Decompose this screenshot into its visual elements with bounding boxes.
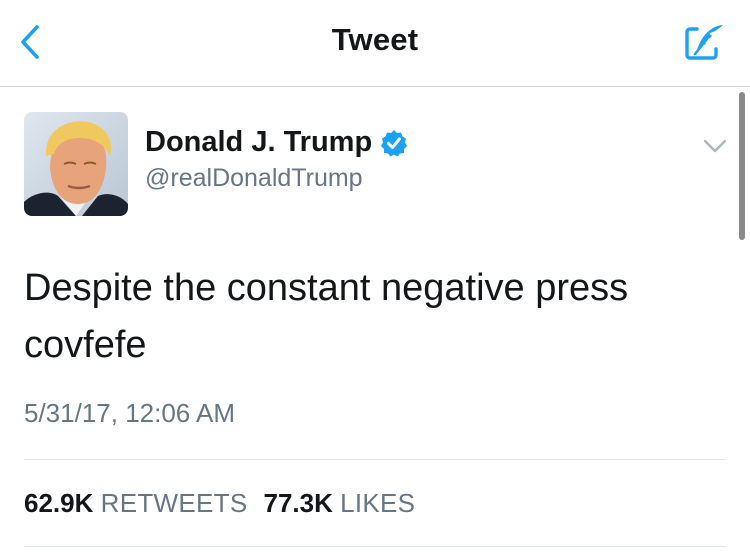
avatar[interactable] bbox=[24, 112, 128, 216]
divider bbox=[24, 459, 726, 460]
compose-quill-icon bbox=[685, 25, 723, 60]
divider bbox=[24, 546, 726, 547]
retweets-count: 62.9K bbox=[24, 488, 94, 518]
verified-badge-icon bbox=[380, 129, 408, 157]
retweets-label: RETWEETS bbox=[100, 488, 248, 518]
tweet-stats: 62.9K RETWEETS 77.3K LIKES bbox=[24, 488, 431, 519]
tweet-timestamp: 5/31/17, 12:06 AM bbox=[24, 398, 236, 428]
author-handle[interactable]: @realDonaldTrump bbox=[145, 164, 363, 193]
retweets-stat[interactable]: 62.9K RETWEETS bbox=[24, 488, 247, 519]
tweet-menu-button[interactable] bbox=[700, 133, 730, 159]
scrollbar[interactable] bbox=[739, 92, 745, 240]
chevron-down-icon bbox=[703, 139, 727, 153]
page-title: Tweet bbox=[331, 22, 419, 57]
likes-stat[interactable]: 77.3K LIKES bbox=[263, 488, 415, 519]
nav-bar: Tweet bbox=[0, 0, 750, 87]
compose-button[interactable] bbox=[680, 20, 728, 66]
tweet-text: Despite the constant negative press covf… bbox=[24, 267, 629, 366]
likes-label: LIKES bbox=[340, 488, 416, 518]
author-name-row[interactable]: Donald J. Trump bbox=[145, 126, 408, 159]
author-name[interactable]: Donald J. Trump bbox=[145, 126, 372, 159]
profile-photo bbox=[24, 112, 128, 216]
likes-count: 77.3K bbox=[263, 488, 333, 518]
